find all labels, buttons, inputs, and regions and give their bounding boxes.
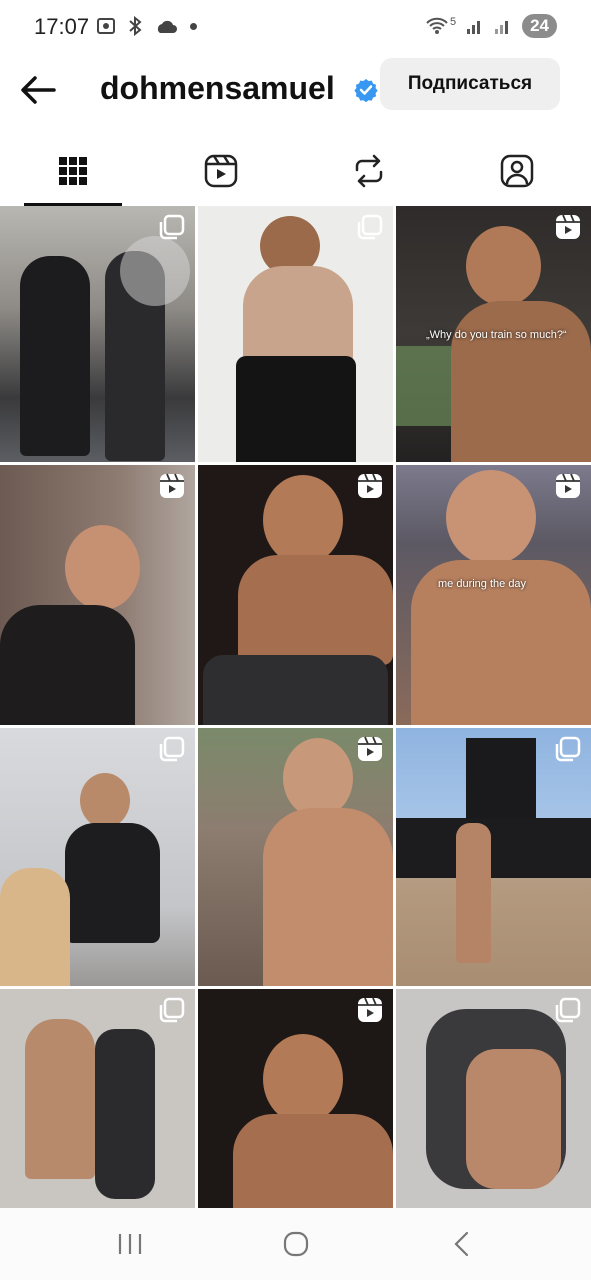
post-tile[interactable] <box>396 728 591 986</box>
post-image <box>243 266 353 366</box>
tab-tagged[interactable] <box>468 136 566 206</box>
post-image <box>95 1029 155 1199</box>
battery-indicator: 24 <box>522 14 557 38</box>
post-image <box>65 823 160 943</box>
post-caption: me during the day <box>438 578 527 590</box>
post-image <box>25 1019 95 1179</box>
signal-icon <box>467 21 481 34</box>
post-image <box>451 301 591 462</box>
notification-dot-icon <box>190 22 197 30</box>
reels-icon <box>204 154 238 188</box>
tab-reposts[interactable] <box>320 136 418 206</box>
post-tile[interactable] <box>198 465 393 725</box>
reel-icon <box>358 473 382 498</box>
post-tile[interactable] <box>198 206 393 462</box>
post-caption: „Why do you train so much?“ <box>426 329 567 341</box>
post-tile[interactable] <box>0 989 195 1208</box>
post-image <box>446 470 536 565</box>
carousel-icon <box>159 214 185 240</box>
back-icon <box>454 1231 469 1257</box>
post-tile[interactable] <box>0 465 195 725</box>
post-tile[interactable] <box>396 989 591 1208</box>
post-image <box>0 605 135 725</box>
repost-icon <box>355 154 383 188</box>
back-arrow-icon[interactable] <box>18 72 58 108</box>
reel-icon <box>556 214 580 239</box>
post-image <box>396 346 451 426</box>
reel-icon <box>358 736 382 761</box>
back-button[interactable] <box>442 1228 482 1260</box>
post-image <box>120 236 190 306</box>
carousel-icon <box>555 997 581 1023</box>
reel-icon <box>556 473 580 498</box>
profile-username: dohmensamuel <box>100 70 335 106</box>
post-image <box>263 1034 343 1124</box>
verified-badge-icon <box>354 79 378 102</box>
post-image <box>20 256 90 456</box>
post-image <box>233 1114 393 1208</box>
tab-reels[interactable] <box>172 136 270 206</box>
post-image <box>0 868 70 986</box>
post-image <box>396 818 591 878</box>
status-bar: 17:07 5 24 <box>0 0 591 56</box>
tab-grid[interactable] <box>24 136 122 206</box>
post-tile[interactable] <box>198 728 393 986</box>
recent-apps-icon <box>118 1234 142 1254</box>
bluetooth-icon <box>129 16 142 36</box>
tagged-icon <box>500 154 534 188</box>
post-image <box>466 226 541 306</box>
reel-icon <box>160 473 184 498</box>
post-image <box>236 356 356 462</box>
post-tile[interactable]: me during the day <box>396 465 591 725</box>
carousel-icon <box>159 736 185 762</box>
post-image <box>203 655 388 725</box>
post-tile[interactable] <box>198 989 393 1208</box>
post-image <box>263 475 343 565</box>
post-image <box>456 823 491 963</box>
carousel-icon <box>357 214 383 240</box>
post-tile[interactable] <box>0 728 195 986</box>
signal-icon-2 <box>495 21 509 34</box>
grid-icon <box>59 157 87 185</box>
profile-tabs <box>0 136 591 206</box>
network-type-label: 5 <box>449 16 457 28</box>
home-button[interactable] <box>276 1228 316 1260</box>
system-nav-bar <box>0 1208 591 1280</box>
post-image <box>466 1049 561 1189</box>
post-image <box>238 555 393 665</box>
profile-header: dohmensamuel Подписаться <box>0 56 591 126</box>
wifi-icon <box>426 17 448 34</box>
post-image <box>263 808 393 986</box>
post-image <box>65 525 140 610</box>
reel-icon <box>358 997 382 1022</box>
status-time: 17:07 <box>34 14 90 39</box>
post-tile[interactable] <box>0 206 195 462</box>
post-image <box>80 773 130 828</box>
screenshot-icon <box>97 18 115 34</box>
post-tile[interactable]: „Why do you train so much?“ <box>396 206 591 462</box>
follow-button[interactable]: Подписаться <box>380 58 560 110</box>
carousel-icon <box>159 997 185 1023</box>
recent-apps-button[interactable] <box>110 1228 150 1260</box>
cloud-icon <box>157 20 177 33</box>
home-icon <box>283 1231 309 1257</box>
post-image <box>283 738 353 818</box>
carousel-icon <box>555 736 581 762</box>
